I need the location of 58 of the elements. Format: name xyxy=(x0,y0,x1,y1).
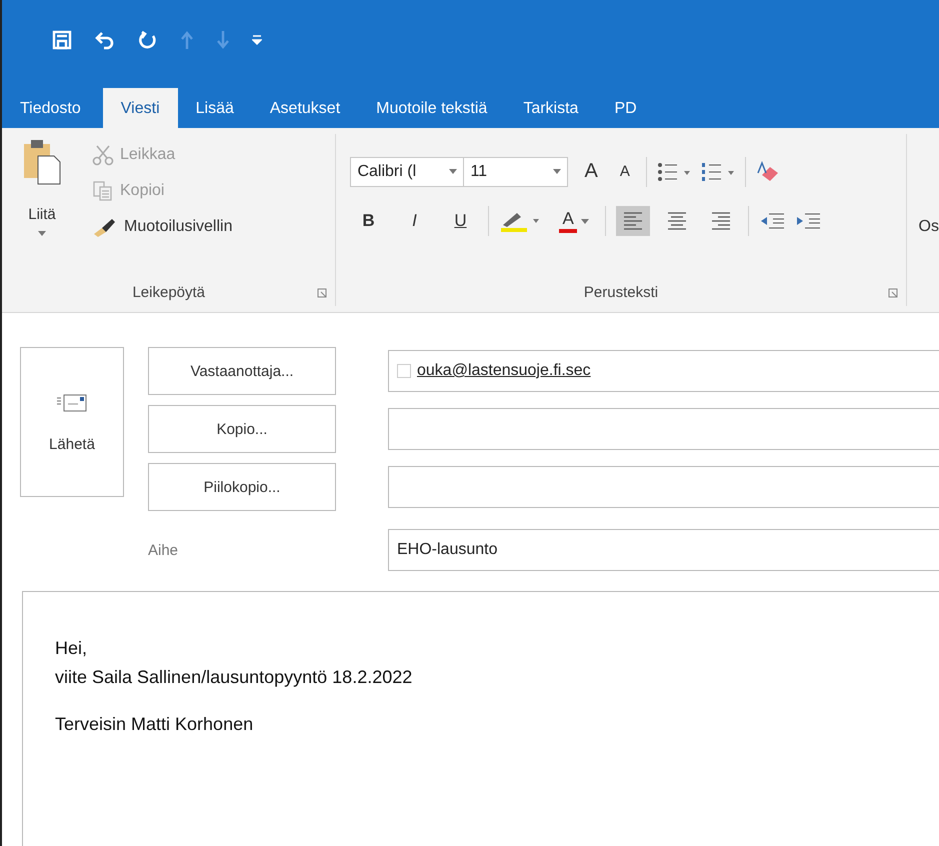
decrease-indent-icon[interactable] xyxy=(758,211,785,231)
undo-icon[interactable] xyxy=(94,30,116,50)
underline-button[interactable]: U xyxy=(442,207,478,235)
ribbon-tab[interactable]: Lisää xyxy=(178,88,252,128)
subject-field[interactable]: EHO-lausunto xyxy=(388,529,939,571)
address-button[interactable]: Vastaanottaja... xyxy=(148,347,336,395)
caret-icon[interactable] xyxy=(580,218,589,224)
body-text: viite Saila Sallinen/lausuntopyyntö 18.2.2022 xyxy=(55,667,414,688)
copy-icon xyxy=(92,180,114,202)
numbered-list-icon[interactable] xyxy=(700,162,735,182)
message-body[interactable]: Hei, viite Saila Sallinen/lausuntopyyntö 18.2.2022 Terveisin Matti Korhonen xyxy=(22,591,939,846)
address-field[interactable] xyxy=(388,408,939,450)
ribbon-tab[interactable]: Asetukset xyxy=(252,88,358,128)
group-label: Perusteksti xyxy=(584,284,658,300)
subject-label: Aihe xyxy=(148,542,180,558)
recipient-address[interactable]: ouka@lastensuoje.fi.sec xyxy=(417,362,591,380)
grow-font-button[interactable]: A xyxy=(578,156,604,187)
paste-button[interactable]: Liitä xyxy=(2,134,82,278)
ribbon-button[interactable]: Os xyxy=(918,218,939,235)
envelope-icon xyxy=(56,392,88,414)
save-icon[interactable] xyxy=(52,30,72,50)
group-label: Leikepöytä xyxy=(132,284,206,300)
paintbrush-icon xyxy=(92,216,118,238)
align-right-icon xyxy=(710,210,732,232)
dialog-launcher-icon[interactable] xyxy=(317,288,328,298)
caret-icon[interactable] xyxy=(449,169,458,174)
customize-icon[interactable] xyxy=(252,34,262,46)
align-left-button[interactable] xyxy=(616,206,650,236)
ribbon-tab[interactable]: PD xyxy=(596,88,655,128)
redo-icon[interactable] xyxy=(138,30,158,50)
font-size-field[interactable]: 11 xyxy=(464,156,568,186)
ribbon-tab[interactable]: Muotoile tekstiä xyxy=(358,88,506,128)
clipboard-button[interactable]: Muotoilusivellin xyxy=(92,216,232,238)
italic-button[interactable]: I xyxy=(396,207,432,235)
body-text: Terveisin Matti Korhonen xyxy=(55,714,254,735)
bold-button[interactable]: B xyxy=(350,207,386,235)
clipboard-icon xyxy=(22,138,62,186)
address-button[interactable]: Piilokopio... xyxy=(148,463,336,511)
caret-icon[interactable] xyxy=(553,169,562,174)
shrink-font-button[interactable]: A xyxy=(614,159,636,184)
ribbon-tab[interactable]: Tiedosto xyxy=(6,88,103,128)
ribbon-tab[interactable]: Viesti xyxy=(102,88,178,128)
font-color-button[interactable]: A xyxy=(553,205,595,237)
scissors-icon xyxy=(92,144,114,166)
address-field[interactable]: ouka@lastensuoje.fi.sec xyxy=(388,350,939,392)
increase-indent-icon[interactable] xyxy=(794,211,821,231)
caret-icon[interactable] xyxy=(38,231,46,236)
font-name-field[interactable]: Calibri (l xyxy=(350,156,464,186)
address-button[interactable]: Kopio... xyxy=(148,405,336,453)
align-left-icon xyxy=(622,210,644,232)
bullet-list-icon[interactable] xyxy=(656,162,691,182)
address-field[interactable] xyxy=(388,466,939,508)
body-text: Hei, xyxy=(55,638,88,659)
ribbon-tab[interactable]: Tarkista xyxy=(505,88,596,128)
dialog-launcher-icon[interactable] xyxy=(888,288,898,298)
eraser-icon[interactable] xyxy=(756,160,780,182)
send-button[interactable]: Lähetä xyxy=(20,347,124,497)
align-center-icon xyxy=(666,210,688,232)
